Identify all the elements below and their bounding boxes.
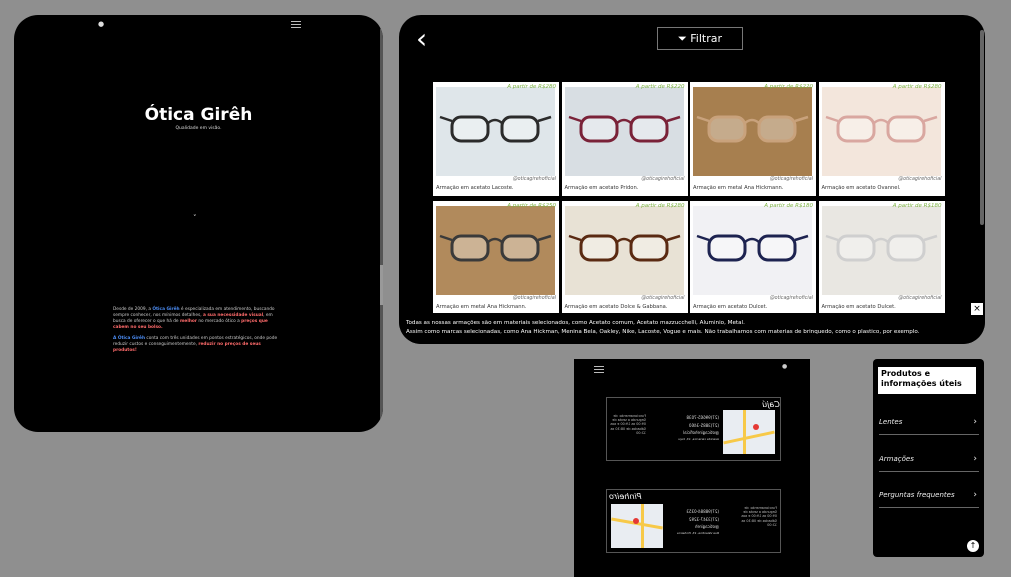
product-photo xyxy=(693,206,812,295)
location-card-caju[interactable]: Cajú (27)99665-7038 (27)3885-3460 @otica… xyxy=(606,397,781,461)
product-price: A partir de R$280 xyxy=(635,203,685,209)
product-name: Armação em metal Ana Hickmann. xyxy=(693,185,784,191)
product-price: A partir de R$250 xyxy=(507,203,556,209)
product-card[interactable]: A partir de R$280 @oticagirehoficial Armaç… xyxy=(561,201,688,315)
instagram-handle: @oticagirehoficial xyxy=(512,177,556,182)
brand-tagline: Qualidade em visão. xyxy=(175,126,222,131)
back-icon[interactable]: ‹ xyxy=(416,25,427,53)
location-title: Cajú xyxy=(762,400,780,409)
eye-icon[interactable]: ● xyxy=(782,363,787,370)
chevron-right-icon: › xyxy=(973,417,977,427)
scrollbar-thumb[interactable] xyxy=(380,265,383,305)
location-hours: Funcionamento: de Segunda a sexta de 09:… xyxy=(741,506,777,527)
product-photo xyxy=(821,206,941,295)
glasses-illustration xyxy=(568,234,680,262)
filter-button[interactable]: ⏷ Filtrar xyxy=(657,27,743,50)
menu-item-perguntas-frequentes[interactable]: Perguntas frequentes › xyxy=(879,490,979,508)
product-price: A partir de R$220 xyxy=(635,84,685,90)
menu-heading: Produtos e informações úteis xyxy=(878,367,976,394)
close-icon[interactable]: × xyxy=(971,303,983,315)
glasses-illustration xyxy=(439,115,552,143)
product-card[interactable]: A partir de R$220 @oticagirehoficial Armaç… xyxy=(690,82,816,196)
scrollbar-thumb[interactable] xyxy=(980,30,984,225)
catalog-screen: ‹ ⏷ Filtrar A partir de R$280 @oticagireh… xyxy=(399,15,985,344)
product-photo xyxy=(436,87,555,176)
info-menu-screen: Produtos e informações úteis Lentes › Ar… xyxy=(873,359,984,557)
instagram-handle: @oticagirehoficial xyxy=(641,177,685,182)
instagram-handle: @oticagirehoficial xyxy=(898,296,942,301)
instagram-handle: @oticagirehoficial xyxy=(898,177,942,182)
chevron-right-icon: › xyxy=(973,454,977,464)
location-contacts: (27)99665-7038 (27)3885-3460 @oticagireh… xyxy=(678,415,719,441)
instagram-handle: @oticagirehoficial xyxy=(769,296,813,301)
hamburger-menu-icon[interactable] xyxy=(594,364,604,375)
product-card[interactable]: A partir de R$180 @oticagirehoficial Armaç… xyxy=(690,201,816,315)
menu-item-armacoes[interactable]: Armações › xyxy=(879,454,979,472)
chevron-right-icon: › xyxy=(973,490,977,500)
instagram-handle: @oticagirehoficial xyxy=(641,296,685,301)
filter-icon: ⏷ xyxy=(677,32,687,45)
scrollbar[interactable] xyxy=(380,29,383,421)
product-photo xyxy=(436,206,555,295)
product-name: Armação em acetato Lacoste. xyxy=(436,185,514,191)
glasses-illustration xyxy=(439,234,552,262)
product-price: A partir de R$180 xyxy=(892,203,942,209)
glasses-illustration xyxy=(568,115,680,143)
product-photo xyxy=(564,87,684,176)
product-name: Armação em acetato Dulcet. xyxy=(693,304,768,310)
product-name: Armação em acetato Pridon. xyxy=(564,185,639,191)
instagram-handle: @oticagirehoficial xyxy=(512,296,556,301)
product-photo xyxy=(564,206,684,295)
hamburger-menu-icon[interactable] xyxy=(291,19,301,30)
product-card[interactable]: A partir de R$220 @oticagirehoficial Armaç… xyxy=(561,82,688,196)
catalog-footnote: Todas as nossas armações são em materiai… xyxy=(399,313,985,344)
product-name: Armação em metal Ana Hickmann. xyxy=(436,304,527,310)
location-contacts: (27)98884-0353 (27)3347-3292 @oticagireh… xyxy=(677,509,719,535)
glasses-illustration xyxy=(825,115,937,143)
map-thumbnail[interactable] xyxy=(723,410,775,454)
glasses-illustration xyxy=(825,234,937,262)
product-card[interactable]: A partir de R$280 @oticagirehoficial Armaç… xyxy=(433,82,559,196)
locations-screen: ● Cajú (27)99665-7038 (27)3885-3460 @oti… xyxy=(574,359,810,577)
product-price: A partir de R$220 xyxy=(764,84,813,90)
map-thumbnail[interactable] xyxy=(611,504,663,548)
product-card[interactable]: A partir de R$280 @oticagirehoficial Armaç… xyxy=(818,82,945,196)
product-name: Armação em acetato Ovannel. xyxy=(821,185,901,191)
product-name: Armação em acetato Dolce & Gabbana. xyxy=(564,304,668,310)
product-card[interactable]: A partir de R$180 @oticagirehoficial Armaç… xyxy=(818,201,945,315)
product-card[interactable]: A partir de R$250 @oticagirehoficial Armaç… xyxy=(433,201,559,315)
scroll-to-top-icon[interactable]: ↑ xyxy=(967,540,979,552)
menu-item-lentes[interactable]: Lentes › xyxy=(879,417,979,435)
product-price: A partir de R$280 xyxy=(892,84,942,90)
about-text: Desde de 2009, a Ótica Girêh é especiali… xyxy=(113,307,278,353)
home-screen: ● Ótica Girêh Qualidade em visão. ˅ Desd… xyxy=(14,15,383,432)
location-card-pinheiro[interactable]: Pinheiro (27)98884-0353 (27)3347-3292 @o… xyxy=(606,489,781,553)
eye-icon[interactable]: ● xyxy=(98,20,104,28)
instagram-handle: @oticagirehoficial xyxy=(769,177,813,182)
glasses-illustration xyxy=(696,115,809,143)
product-name: Armação em acetato Dulcet. xyxy=(821,304,896,310)
product-photo xyxy=(693,87,812,176)
product-price: A partir de R$180 xyxy=(764,203,813,209)
glasses-illustration xyxy=(696,234,809,262)
location-hours: Funcionamento: de Segunda a sexta de 09:… xyxy=(610,414,646,435)
location-title: Pinheiro xyxy=(609,492,642,501)
brand-title: Ótica Girêh xyxy=(144,105,253,125)
product-price: A partir de R$280 xyxy=(507,84,556,90)
product-photo xyxy=(821,87,941,176)
chevron-down-icon[interactable]: ˅ xyxy=(193,214,197,222)
